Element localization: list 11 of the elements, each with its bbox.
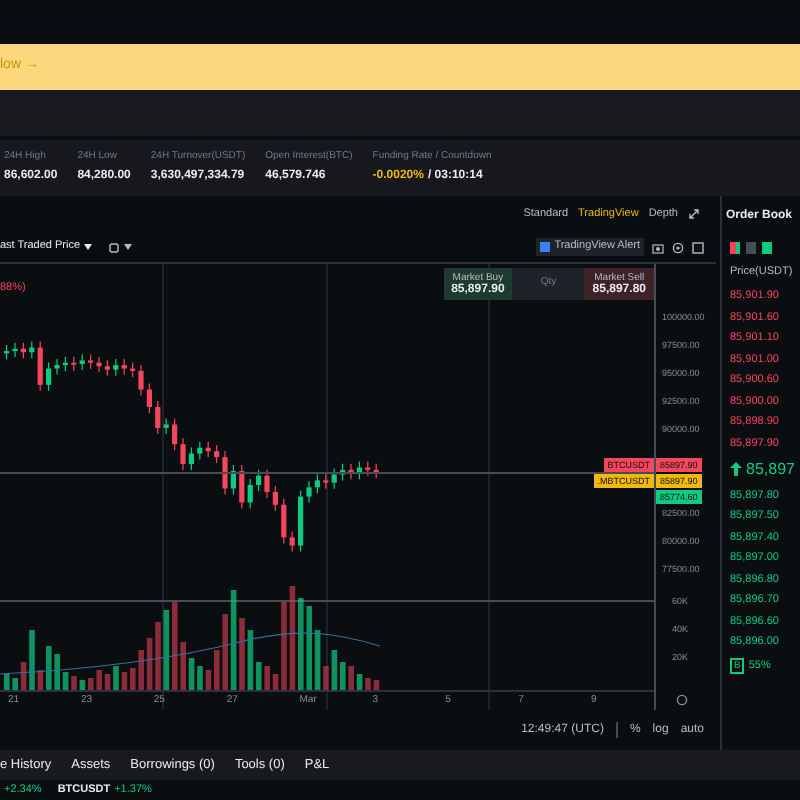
up-arrow-icon xyxy=(730,462,742,477)
caret-icon xyxy=(84,244,93,250)
expand-icon[interactable] xyxy=(688,208,700,220)
settings-icon[interactable] xyxy=(672,241,684,253)
indicator-icon[interactable] xyxy=(108,241,121,253)
caret-icon xyxy=(124,244,133,250)
camera-icon[interactable] xyxy=(652,241,664,253)
settings-icon[interactable] xyxy=(676,694,688,706)
alert-icon xyxy=(540,242,551,252)
fullscreen-icon[interactable] xyxy=(692,241,704,253)
last-price: 85,897 xyxy=(746,457,795,482)
